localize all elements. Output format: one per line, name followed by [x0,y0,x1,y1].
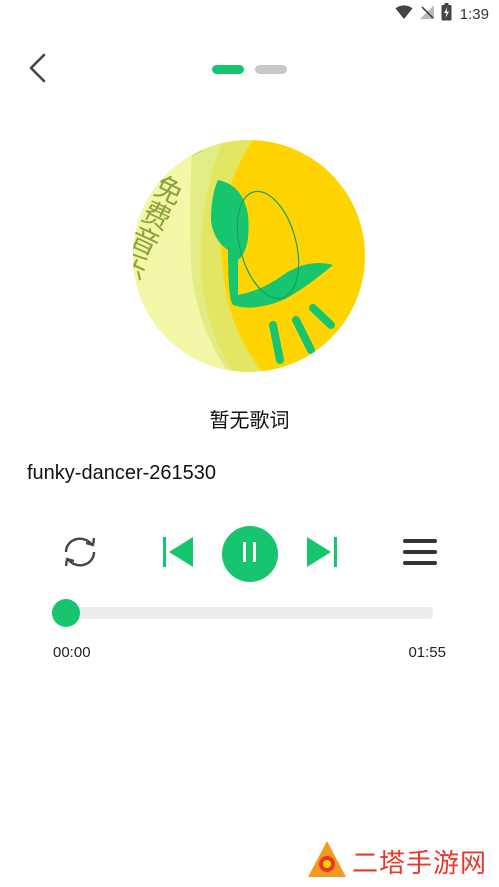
menu-icon [403,537,437,572]
page-dot-inactive[interactable] [255,65,287,74]
song-title: funky-dancer-261530 [27,462,217,484]
player-controls [0,522,499,586]
playlist-button[interactable] [398,534,442,574]
chevron-left-icon [28,53,48,88]
battery-charging-icon [441,2,452,26]
progress-bar[interactable] [52,599,433,627]
previous-button[interactable] [158,534,198,574]
status-time: 1:39 [459,5,489,23]
watermark-text: 二塔手游网 [351,848,487,879]
next-button[interactable] [302,534,342,574]
page-indicator [212,65,287,74]
watermark-logo-icon [306,839,348,884]
repeat-icon [62,535,98,574]
pause-icon [241,541,259,568]
progress-track[interactable] [66,607,433,619]
page-dot-active[interactable] [212,65,244,74]
status-icons: 1:39 [395,2,489,26]
back-button[interactable] [18,50,58,90]
current-time: 00:00 [53,644,91,661]
loop-mode-button[interactable] [58,534,102,574]
wifi-icon [395,4,413,25]
total-time: 01:55 [408,644,446,661]
skip-next-icon [305,535,339,574]
progress-knob[interactable] [52,599,80,627]
signal-off-icon [419,4,435,25]
status-bar: 1:39 [0,0,499,30]
lyrics-text: 暂无歌词 [209,410,290,432]
play-pause-button[interactable] [222,526,278,582]
skip-previous-icon [161,535,195,574]
album-cover: 免费音乐 [133,140,365,372]
watermark: 二塔手游网 [306,839,487,883]
